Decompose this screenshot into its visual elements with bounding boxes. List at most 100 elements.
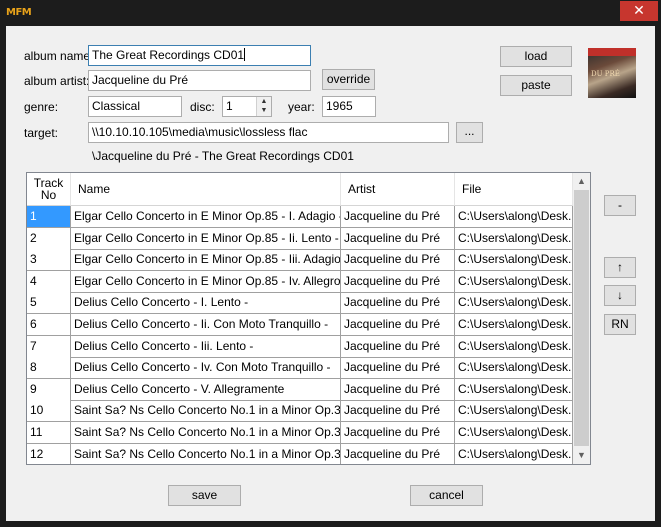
cell-artist[interactable]: Jacqueline du Pré: [341, 249, 455, 272]
text-caret: [244, 48, 246, 61]
cell-artist[interactable]: Jacqueline du Pré: [341, 227, 455, 250]
cell-artist[interactable]: Jacqueline du Pré: [341, 270, 455, 293]
cell-no[interactable]: 10: [27, 400, 71, 423]
rename-button[interactable]: RN: [604, 314, 636, 335]
cell-artist[interactable]: Jacqueline du Pré: [341, 357, 455, 380]
cell-name[interactable]: Delius Cello Concerto - Iii. Lento -: [71, 335, 341, 358]
cell-file[interactable]: C:\Users\along\Desk...: [455, 314, 573, 336]
table-row[interactable]: 12 Saint Sa? Ns Cello Concerto No.1 in a …: [27, 443, 573, 464]
cancel-button[interactable]: cancel: [410, 485, 483, 506]
table-row[interactable]: 4 Elgar Cello Concerto in E Minor Op.85 -…: [27, 270, 573, 293]
table-row[interactable]: 2 Elgar Cello Concerto in E Minor Op.85 -…: [27, 227, 573, 250]
move-down-button[interactable]: ↓: [604, 285, 636, 306]
column-header-name[interactable]: Name: [71, 173, 341, 206]
cell-name[interactable]: Elgar Cello Concerto in E Minor Op.85 - …: [71, 227, 341, 250]
load-button[interactable]: load: [500, 46, 572, 67]
album-artist-label: album artist:: [24, 74, 90, 88]
override-button[interactable]: override: [322, 69, 375, 90]
cell-artist[interactable]: Jacqueline du Pré: [341, 335, 455, 358]
track-header-line2: No: [40, 188, 57, 202]
spin-up-icon[interactable]: ▲: [257, 97, 271, 106]
save-button[interactable]: save: [168, 485, 241, 506]
table-row[interactable]: 7 Delius Cello Concerto - Iii. Lento - Jac…: [27, 335, 573, 358]
cell-artist[interactable]: Jacqueline du Pré: [341, 292, 455, 315]
table-row[interactable]: 5 Delius Cello Concerto - I. Lento - Jacqu…: [27, 292, 573, 315]
cell-no[interactable]: 2: [27, 227, 71, 250]
cell-no[interactable]: 5: [27, 292, 71, 315]
grid-scrollbar[interactable]: ▲ ▼: [573, 173, 590, 464]
cell-name[interactable]: Elgar Cello Concerto in E Minor Op.85 - …: [71, 249, 341, 272]
paste-button[interactable]: paste: [500, 75, 572, 96]
column-header-track-no[interactable]: Track No: [27, 173, 71, 206]
cell-file[interactable]: C:\Users\along\Desk...: [455, 227, 573, 250]
cell-no[interactable]: 4: [27, 270, 71, 293]
cell-name[interactable]: Elgar Cello Concerto in E Minor Op.85 - …: [71, 270, 341, 293]
target-subpath: \Jacqueline du Pré - The Great Recording…: [92, 149, 354, 163]
table-row[interactable]: 8 Delius Cello Concerto - Iv. Con Moto Tr…: [27, 357, 573, 380]
cell-no[interactable]: 9: [27, 378, 71, 401]
target-label: target:: [24, 126, 59, 140]
cell-name[interactable]: Delius Cello Concerto - Ii. Con Moto Tra…: [71, 314, 341, 336]
cell-no[interactable]: 1: [27, 206, 71, 228]
table-row[interactable]: 11 Saint Sa? Ns Cello Concerto No.1 in a …: [27, 422, 573, 444]
scroll-up-icon[interactable]: ▲: [573, 173, 590, 190]
cell-no[interactable]: 3: [27, 249, 71, 272]
album-name-input[interactable]: The Great Recordings CD01: [88, 45, 311, 66]
cell-file[interactable]: C:\Users\along\Desk...: [455, 292, 573, 315]
cell-file[interactable]: C:\Users\along\Desk...: [455, 249, 573, 272]
column-header-artist[interactable]: Artist: [341, 173, 455, 206]
target-input[interactable]: \\10.10.10.105\media\music\lossless flac: [88, 122, 449, 143]
cell-artist[interactable]: Jacqueline du Pré: [341, 314, 455, 336]
table-row[interactable]: 10 Saint Sa? Ns Cello Concerto No.1 in a …: [27, 400, 573, 423]
cell-name[interactable]: Delius Cello Concerto - I. Lento -: [71, 292, 341, 315]
cell-name[interactable]: Saint Sa? Ns Cello Concerto No.1 in a Mi…: [71, 400, 341, 423]
disc-stepper[interactable]: 1 ▲ ▼: [222, 96, 272, 117]
browse-button[interactable]: ...: [456, 122, 483, 143]
cell-artist[interactable]: Jacqueline du Pré: [341, 206, 455, 228]
cell-file[interactable]: C:\Users\along\Desk...: [455, 422, 573, 444]
cell-name[interactable]: Delius Cello Concerto - V. Allegramente: [71, 378, 341, 401]
table-row[interactable]: 6 Delius Cello Concerto - Ii. Con Moto Tr…: [27, 314, 573, 336]
year-input[interactable]: 1965: [322, 96, 376, 117]
scroll-thumb[interactable]: [574, 190, 589, 446]
cell-no[interactable]: 8: [27, 357, 71, 380]
cell-no[interactable]: 7: [27, 335, 71, 358]
cell-name[interactable]: Saint Sa? Ns Cello Concerto No.1 in a Mi…: [71, 422, 341, 444]
disc-spinner[interactable]: ▲ ▼: [256, 97, 271, 116]
cell-file[interactable]: C:\Users\along\Desk...: [455, 270, 573, 293]
track-grid[interactable]: Track No Name Artist File 1 Elgar Cello Co…: [26, 172, 591, 465]
cell-file[interactable]: C:\Users\along\Desk...: [455, 335, 573, 358]
cell-no[interactable]: 11: [27, 422, 71, 444]
column-header-file[interactable]: File: [455, 173, 573, 206]
genre-input[interactable]: Classical: [88, 96, 182, 117]
table-row[interactable]: 1 Elgar Cello Concerto in E Minor Op.85 -…: [27, 206, 573, 228]
cell-name[interactable]: Elgar Cello Concerto in E Minor Op.85 - …: [71, 206, 341, 228]
cell-no[interactable]: 6: [27, 314, 71, 336]
remove-track-button[interactable]: -: [604, 195, 636, 216]
app-logo: MFM: [6, 7, 32, 18]
cell-file[interactable]: C:\Users\along\Desk...: [455, 443, 573, 464]
main-window: album name: The Great Recordings CD01 al…: [6, 26, 655, 521]
move-up-button[interactable]: ↑: [604, 257, 636, 278]
cell-no[interactable]: 12: [27, 443, 71, 464]
table-row[interactable]: 9 Delius Cello Concerto - V. Allegramente…: [27, 378, 573, 401]
album-name-label: album name:: [24, 49, 94, 63]
cell-file[interactable]: C:\Users\along\Desk...: [455, 378, 573, 401]
close-button[interactable]: ✕: [620, 1, 658, 21]
scroll-down-icon[interactable]: ▼: [573, 447, 590, 464]
cell-artist[interactable]: Jacqueline du Pré: [341, 443, 455, 464]
album-cover-image[interactable]: DU PRÉ: [588, 48, 636, 98]
table-row[interactable]: 3 Elgar Cello Concerto in E Minor Op.85 -…: [27, 249, 573, 272]
cell-artist[interactable]: Jacqueline du Pré: [341, 422, 455, 444]
cell-file[interactable]: C:\Users\along\Desk...: [455, 357, 573, 380]
cell-artist[interactable]: Jacqueline du Pré: [341, 378, 455, 401]
cell-file[interactable]: C:\Users\along\Desk...: [455, 206, 573, 228]
grid-header: Track No Name Artist File: [27, 173, 573, 206]
cell-name[interactable]: Delius Cello Concerto - Iv. Con Moto Tra…: [71, 357, 341, 380]
cover-text: DU PRÉ: [591, 70, 620, 78]
cell-file[interactable]: C:\Users\along\Desk...: [455, 400, 573, 423]
album-artist-input[interactable]: Jacqueline du Pré: [88, 70, 311, 91]
cell-artist[interactable]: Jacqueline du Pré: [341, 400, 455, 423]
spin-down-icon[interactable]: ▼: [257, 106, 271, 115]
cell-name[interactable]: Saint Sa? Ns Cello Concerto No.1 in a Mi…: [71, 443, 341, 464]
